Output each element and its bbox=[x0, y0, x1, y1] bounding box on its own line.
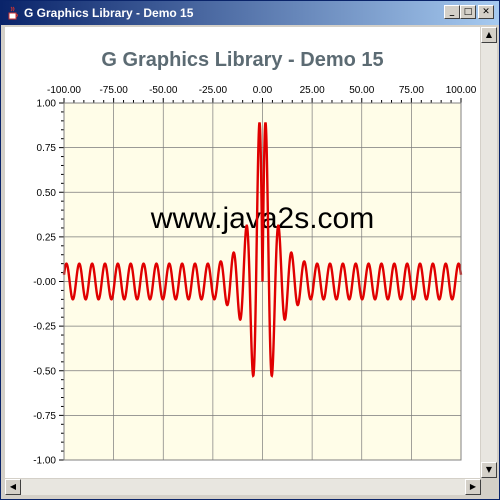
x-tick-label: -25.00 bbox=[199, 85, 228, 96]
y-tick-label: -0.75 bbox=[33, 411, 56, 422]
y-tick-label: 0.50 bbox=[37, 188, 57, 199]
title-bar[interactable]: G Graphics Library - Demo 15 _ □ ✕ bbox=[1, 1, 499, 25]
y-tick-label: -1.00 bbox=[33, 456, 56, 467]
y-tick-label: -0.50 bbox=[33, 366, 56, 377]
x-tick-label: 0.00 bbox=[253, 85, 273, 96]
close-button[interactable]: ✕ bbox=[478, 5, 494, 19]
y-axis: 1.00 0.75 0.50 0.25 -0.00 -0.25 -0.50 -0.75 -1.0… bbox=[33, 99, 64, 467]
y-tick-label: 0.25 bbox=[37, 232, 57, 243]
horizontal-scrollbar[interactable]: ◀ ▶ bbox=[5, 479, 481, 495]
y-tick-label: 1.00 bbox=[37, 99, 57, 110]
maximize-button[interactable]: □ bbox=[460, 5, 476, 19]
scroll-up-icon[interactable]: ▲ bbox=[481, 27, 497, 43]
y-tick-label: -0.00 bbox=[33, 277, 56, 288]
y-tick-label: 0.75 bbox=[37, 143, 57, 154]
x-tick-label: -75.00 bbox=[99, 85, 128, 96]
x-tick-label: -50.00 bbox=[149, 85, 178, 96]
scroll-left-icon[interactable]: ◀ bbox=[5, 479, 21, 495]
x-axis: -100.00 -75.00 -50.00 -25.00 0.00 25.00 50.00 7… bbox=[47, 85, 477, 103]
x-tick-label: -100.00 bbox=[47, 85, 81, 96]
app-window: G Graphics Library - Demo 15 _ □ ✕ G Gra… bbox=[0, 0, 500, 500]
x-tick-label: 50.00 bbox=[349, 85, 374, 96]
x-tick-label: 100.00 bbox=[446, 85, 477, 96]
y-tick-label: -0.25 bbox=[33, 322, 56, 333]
minimize-button[interactable]: _ bbox=[444, 5, 460, 19]
scroll-right-icon[interactable]: ▶ bbox=[465, 479, 481, 495]
chart-panel: G Graphics Library - Demo 15 www.java2s.… bbox=[5, 27, 480, 478]
plot-svg: www.java2s.com -100.00 -75.00 -50.00 -25.00… bbox=[33, 85, 477, 467]
java-cup-icon bbox=[8, 6, 18, 20]
x-tick-label: 75.00 bbox=[399, 85, 424, 96]
window-title: G Graphics Library - Demo 15 bbox=[24, 6, 194, 20]
scroll-down-icon[interactable]: ▼ bbox=[481, 462, 497, 478]
vertical-scrollbar[interactable]: ▲ ▼ bbox=[481, 27, 497, 478]
scrollbar-corner bbox=[481, 479, 497, 495]
x-tick-label: 25.00 bbox=[300, 85, 325, 96]
